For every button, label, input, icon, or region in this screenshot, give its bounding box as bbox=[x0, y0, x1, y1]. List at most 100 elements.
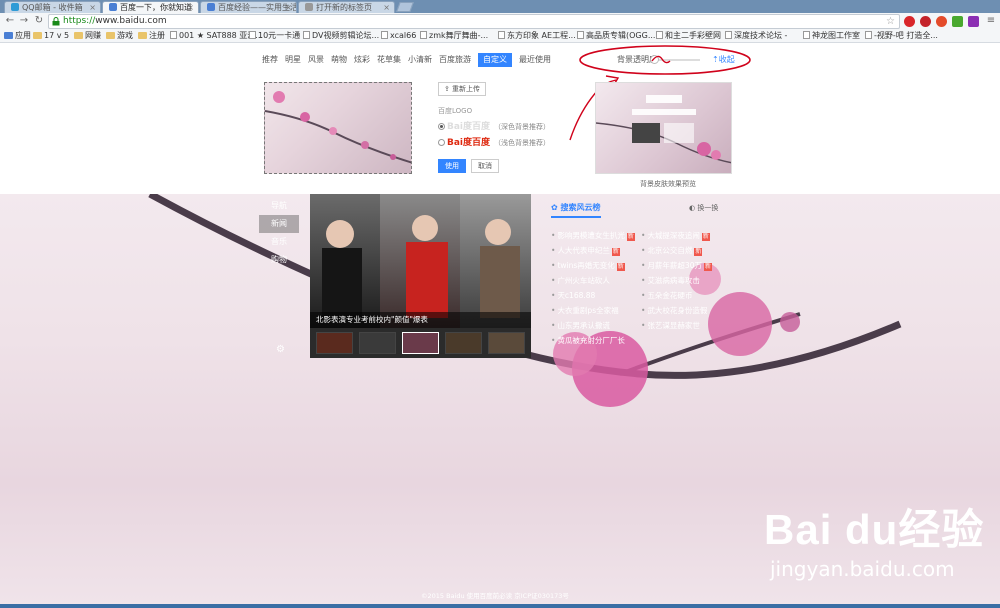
folder-icon bbox=[138, 32, 147, 39]
tab-fresh[interactable]: 小清新 bbox=[408, 53, 432, 67]
news-thumbnail[interactable] bbox=[445, 332, 482, 354]
tab-custom[interactable]: 自定义 bbox=[478, 53, 512, 67]
skin-panel: 推荐 明星 风景 萌物 炫彩 花草集 小清新 百度旅游 自定义 最近使用 背景透明度 ⇡收起 ⇪ … bbox=[0, 44, 1000, 194]
hot-item[interactable]: 艾滋病病毒攻击 bbox=[641, 273, 729, 288]
page-icon bbox=[249, 31, 256, 39]
close-icon[interactable]: × bbox=[383, 2, 390, 13]
hot-item[interactable]: twins再婚无变化新 bbox=[551, 258, 639, 273]
radio-unselected[interactable] bbox=[438, 139, 445, 146]
bookmarks-bar: 应用 17 v 5 网赚 游戏 注册 001 ★ SAT888 亚洲... 10… bbox=[0, 30, 1000, 43]
tab-cute[interactable]: 萌物 bbox=[331, 53, 347, 67]
bookmark-folder[interactable]: 网赚 bbox=[74, 30, 101, 42]
close-icon[interactable]: × bbox=[285, 2, 292, 13]
bookmark-link[interactable]: 东方印象 AE工程... bbox=[498, 30, 576, 42]
settings-gear-icon[interactable]: ⚙ bbox=[276, 344, 285, 355]
tab-recommend[interactable]: 推荐 bbox=[262, 53, 278, 67]
radio-selected[interactable] bbox=[438, 123, 445, 130]
logo-option-white[interactable]: Bai度百度 （深色背景推荐） bbox=[438, 121, 550, 133]
tab-travel[interactable]: 百度旅游 bbox=[439, 53, 471, 67]
back-icon[interactable]: ← bbox=[4, 15, 16, 27]
bookmark-folder[interactable]: 17 v 5 bbox=[33, 30, 69, 42]
bookmark-link[interactable]: 高品质专辑(OGG... bbox=[577, 30, 655, 42]
hot-item[interactable]: 北京公交自燃新 bbox=[641, 243, 729, 258]
reload-icon[interactable]: ↻ bbox=[33, 15, 45, 27]
tab-recent[interactable]: 最近使用 bbox=[519, 53, 551, 67]
news-thumbnail[interactable] bbox=[488, 332, 525, 354]
cancel-button[interactable]: 取消 bbox=[471, 159, 499, 173]
bookmark-link[interactable]: DV视频剪辑论坛... bbox=[303, 30, 379, 42]
hot-item[interactable]: 人大代表申纪兰新 bbox=[551, 243, 639, 258]
bookmark-link[interactable]: -视野-吧 打造全... bbox=[865, 30, 938, 42]
new-badge: 新 bbox=[626, 233, 635, 241]
hot-item[interactable]: 影响男模遭女生扒光新 bbox=[551, 228, 639, 243]
tab-baidu[interactable]: 百度一下，你就知道 × bbox=[102, 1, 199, 13]
bookmark-folder[interactable]: 注册 bbox=[138, 30, 165, 42]
bookmark-folder[interactable]: 游戏 bbox=[106, 30, 133, 42]
page-icon bbox=[305, 3, 313, 11]
tab-colorful[interactable]: 炫彩 bbox=[354, 53, 370, 67]
news-slideshow[interactable]: 北影表演专业考前校内"颜值"爆表 bbox=[310, 194, 531, 358]
page-icon bbox=[803, 31, 810, 39]
folder-icon bbox=[33, 32, 42, 39]
extension-ad-icon[interactable] bbox=[968, 16, 979, 27]
apply-button[interactable]: 使用 bbox=[438, 159, 466, 173]
bookmark-link[interactable]: xcal66 bbox=[381, 30, 416, 42]
tab-celebrity[interactable]: 明星 bbox=[285, 53, 301, 67]
preview-caption: 背景皮肤效果预览 bbox=[640, 180, 696, 188]
tab-baidu-jingyan[interactable]: 百度经验——实用生活 × bbox=[200, 1, 297, 13]
hot-item[interactable]: 五朵金花硬币 bbox=[641, 288, 729, 303]
bookmark-apps[interactable]: 应用 bbox=[4, 30, 31, 42]
side-nav-nav[interactable]: 导航 bbox=[259, 197, 299, 215]
bookmark-link[interactable]: 深度技术论坛 - bbox=[725, 30, 787, 42]
refresh-button[interactable]: ◐ 换一换 bbox=[689, 203, 718, 213]
news-thumbnail[interactable] bbox=[402, 332, 439, 354]
close-icon[interactable]: × bbox=[89, 2, 96, 13]
forward-icon[interactable]: → bbox=[18, 15, 30, 27]
hot-item[interactable]: 黄瓜被充射分厂厂长 bbox=[551, 333, 639, 348]
side-nav-shopping[interactable]: 购物 bbox=[259, 251, 299, 269]
logo-label: 百度LOGO bbox=[438, 107, 473, 115]
hot-item[interactable]: 武大校花身份造假 bbox=[641, 303, 729, 318]
side-nav-music[interactable]: 音乐 bbox=[259, 233, 299, 251]
bookmark-link[interactable]: 10元一卡通 bbox=[249, 30, 300, 42]
reupload-button[interactable]: ⇪ 重新上传 bbox=[438, 82, 486, 96]
apps-icon bbox=[4, 32, 13, 39]
bookmark-link[interactable]: 神龙图工作室 bbox=[803, 30, 860, 42]
hot-item[interactable]: 天c168.88 bbox=[551, 288, 639, 303]
menu-icon[interactable]: ≡ bbox=[985, 15, 997, 27]
tab-qq-mail[interactable]: QQ邮箱 - 收件箱 × bbox=[4, 1, 101, 13]
skin-preview-thumbnail bbox=[595, 82, 732, 174]
hot-item[interactable]: 大城提深夜追闹新 bbox=[641, 228, 729, 243]
hot-item[interactable]: 张艺谋显赫家世 bbox=[641, 318, 729, 333]
hot-item[interactable]: 山东男承认撒谎 bbox=[551, 318, 639, 333]
side-nav-news[interactable]: 新闻 bbox=[259, 215, 299, 233]
news-thumbnail[interactable] bbox=[316, 332, 353, 354]
news-thumbnail[interactable] bbox=[359, 332, 396, 354]
page-icon bbox=[303, 31, 310, 39]
bookmark-star-icon[interactable]: ☆ bbox=[886, 15, 895, 28]
page-icon bbox=[498, 31, 505, 39]
plum-blossom-image bbox=[265, 91, 411, 164]
baidu-paw-icon bbox=[109, 3, 117, 11]
adblock-plus-icon[interactable] bbox=[920, 16, 931, 27]
tab-scenery[interactable]: 风景 bbox=[308, 53, 324, 67]
tab-new-tab[interactable]: 打开新的标签页 × bbox=[298, 1, 395, 13]
page-footer: ©2015 Baidu 使用百度前必读 京ICP证030173号 bbox=[421, 592, 569, 600]
extension-green-icon[interactable] bbox=[952, 16, 963, 27]
mail-icon bbox=[11, 3, 19, 11]
bookmark-link[interactable]: zmk舞厅舞曲-... bbox=[420, 30, 488, 42]
adblock-icon[interactable] bbox=[904, 16, 915, 27]
logo-option-color[interactable]: Bai度百度 （浅色背景推荐） bbox=[438, 137, 550, 149]
address-bar[interactable]: https://www.baidu.com ☆ bbox=[48, 14, 900, 29]
hot-item[interactable]: 大衣重剧ps全家福 bbox=[551, 303, 639, 318]
new-tab-button[interactable] bbox=[396, 2, 414, 12]
bookmark-link[interactable]: 和主二手彩壁网 bbox=[656, 30, 721, 42]
tab-strip: QQ邮箱 - 收件箱 × 百度一下，你就知道 × 百度经验——实用生活 × 打开新的标… bbox=[0, 0, 1000, 13]
uploaded-image-crop[interactable] bbox=[264, 82, 412, 174]
tab-flowers[interactable]: 花草集 bbox=[377, 53, 401, 67]
news-caption[interactable]: 北影表演专业考前校内"颜值"爆表 bbox=[310, 312, 531, 328]
close-icon[interactable]: × bbox=[187, 2, 194, 13]
hot-item[interactable]: 月薪年薪超30万新 bbox=[641, 258, 729, 273]
hot-item[interactable]: 广州火车站砍人 bbox=[551, 273, 639, 288]
extension-red-icon[interactable] bbox=[936, 16, 947, 27]
